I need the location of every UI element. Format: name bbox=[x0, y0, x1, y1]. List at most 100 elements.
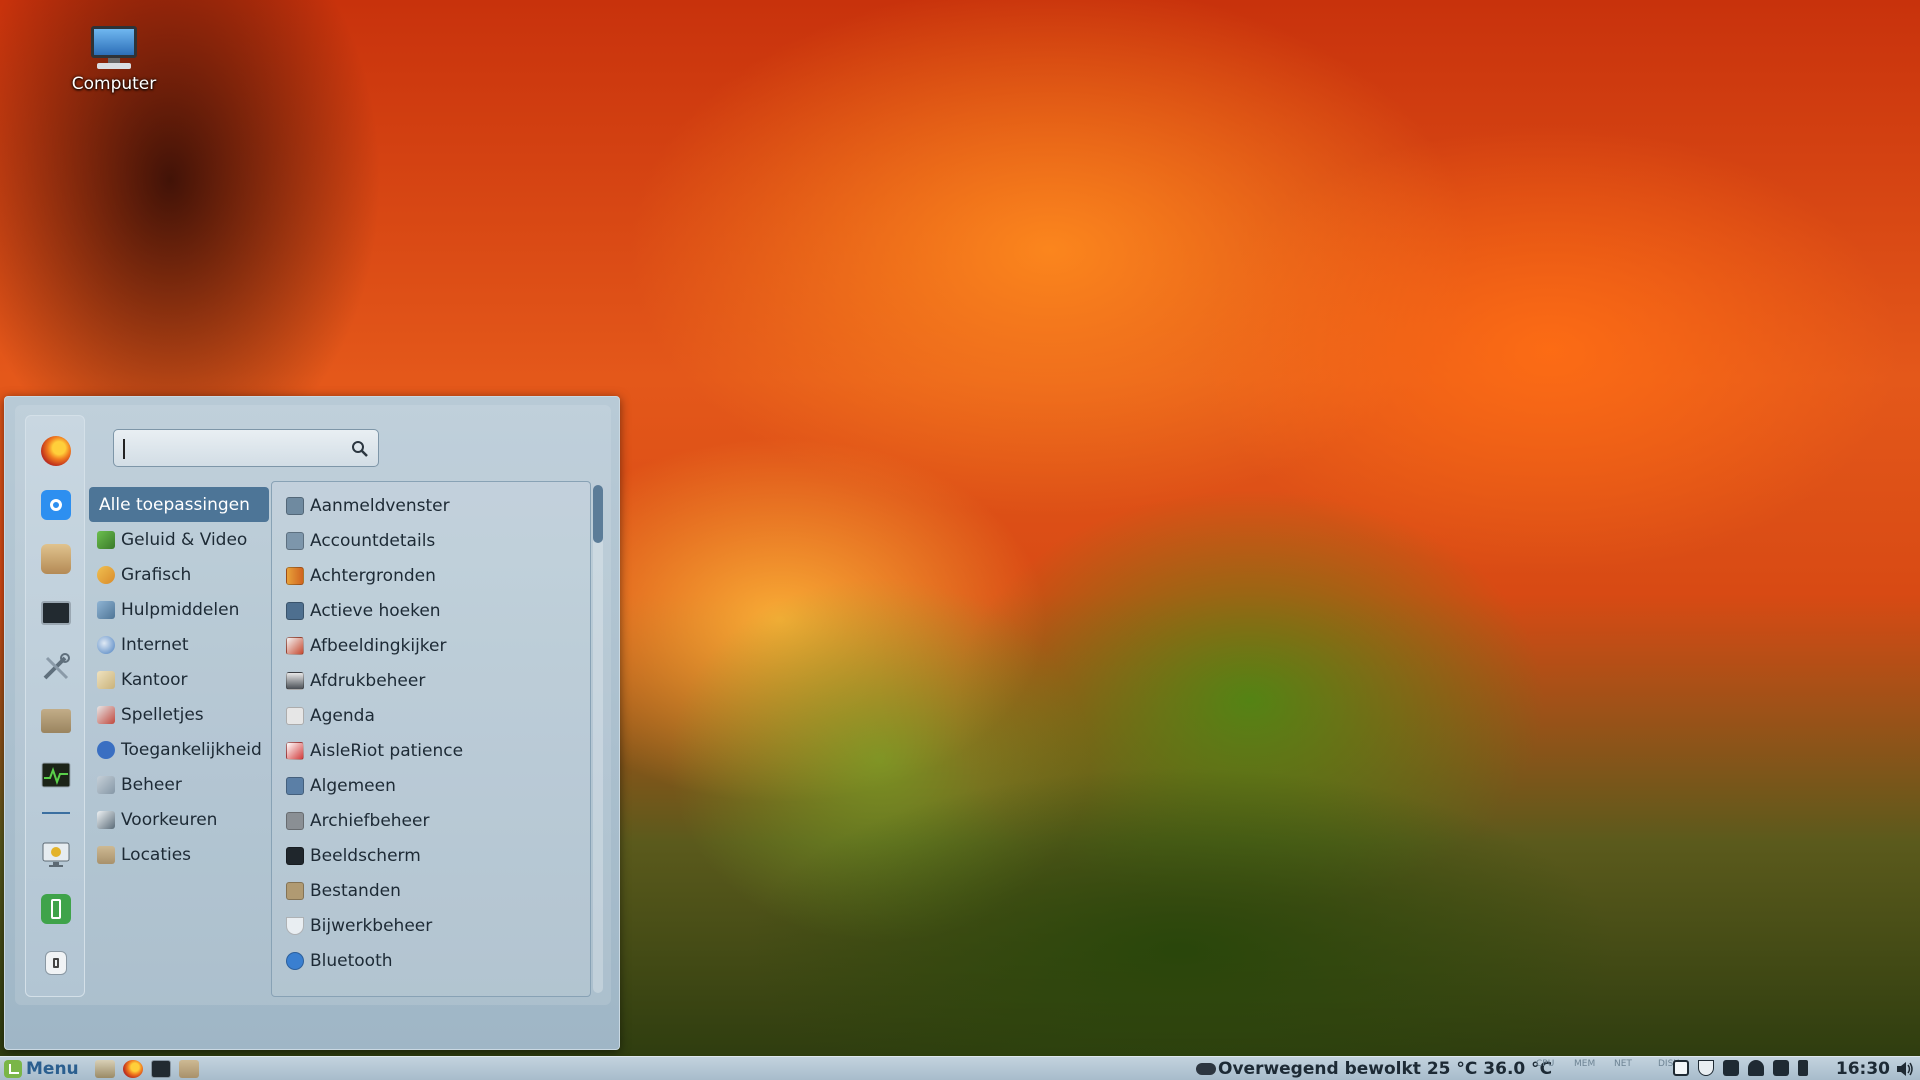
fav-lock-screen[interactable] bbox=[39, 838, 73, 872]
app-backgrounds[interactable]: Achtergronden bbox=[272, 558, 590, 593]
category-office[interactable]: Kantoor bbox=[89, 662, 269, 697]
network-icon[interactable] bbox=[1773, 1060, 1789, 1076]
cpu-monitor: CPU bbox=[1536, 1059, 1555, 1069]
category-label: Internet bbox=[121, 634, 189, 655]
multimedia-icon bbox=[97, 530, 115, 549]
weather-text: Overwegend bewolkt 25 °C 36.0 °C bbox=[1218, 1059, 1553, 1079]
tools-icon bbox=[43, 653, 70, 680]
application-menu: Alle toepassingen Geluid & Video Grafisc… bbox=[4, 396, 620, 1050]
taskbar: Menu Overwegend bewolkt 25 °C 36.0 °C CP… bbox=[0, 1056, 1920, 1080]
category-places[interactable]: Locaties bbox=[89, 837, 269, 872]
category-games[interactable]: Spelletjes bbox=[89, 697, 269, 732]
clock[interactable]: 16:30 bbox=[1836, 1059, 1890, 1079]
category-label: Kantoor bbox=[121, 669, 188, 690]
user-icon[interactable] bbox=[1748, 1060, 1764, 1076]
app-label: Achtergronden bbox=[310, 565, 436, 586]
category-multimedia[interactable]: Geluid & Video bbox=[89, 522, 269, 557]
shutdown-icon bbox=[45, 951, 67, 975]
calendar-icon bbox=[286, 706, 304, 725]
app-label: Accountdetails bbox=[310, 530, 436, 551]
files-icon bbox=[41, 709, 71, 733]
update-shield-icon[interactable] bbox=[1698, 1060, 1714, 1076]
volume-icon[interactable] bbox=[1896, 1061, 1914, 1077]
app-list-scrollbar-thumb[interactable] bbox=[593, 485, 603, 543]
files-icon[interactable] bbox=[178, 1059, 199, 1078]
printers-icon bbox=[286, 671, 304, 690]
app-calendar[interactable]: Agenda bbox=[272, 698, 590, 733]
app-archive-manager[interactable]: Archiefbeheer bbox=[272, 803, 590, 838]
fav-shutdown[interactable] bbox=[39, 946, 73, 980]
screenshot-icon bbox=[41, 490, 71, 520]
aisleriot-icon bbox=[286, 741, 304, 760]
login-window-icon bbox=[286, 496, 304, 515]
menu-button[interactable]: Menu bbox=[4, 1059, 79, 1079]
category-internet[interactable]: Internet bbox=[89, 627, 269, 662]
search-input[interactable] bbox=[113, 429, 379, 467]
app-label: Agenda bbox=[310, 705, 375, 726]
fav-logout[interactable] bbox=[39, 892, 73, 926]
favorites-bar bbox=[25, 415, 85, 997]
weather-applet[interactable]: Overwegend bewolkt 25 °C 36.0 °C bbox=[1196, 1059, 1552, 1079]
favorites-separator bbox=[42, 812, 70, 814]
category-graphics[interactable]: Grafisch bbox=[89, 557, 269, 592]
backgrounds-icon bbox=[286, 566, 304, 585]
show-desktop-icon[interactable] bbox=[94, 1059, 115, 1078]
category-label: Alle toepassingen bbox=[99, 494, 250, 515]
fav-archive-manager[interactable] bbox=[39, 542, 73, 576]
app-label: Aanmeldvenster bbox=[310, 495, 450, 516]
app-hot-corners[interactable]: Actieve hoeken bbox=[272, 593, 590, 628]
app-bluetooth[interactable]: Bluetooth bbox=[272, 943, 590, 978]
fav-firefox[interactable] bbox=[39, 434, 73, 468]
hot-corners-icon bbox=[286, 601, 304, 620]
category-accessibility[interactable]: Toegankelijkheid bbox=[89, 732, 269, 767]
text-caret bbox=[123, 439, 125, 459]
display-icon bbox=[286, 846, 304, 865]
app-label: Algemeen bbox=[310, 775, 396, 796]
app-login-window[interactable]: Aanmeldvenster bbox=[272, 488, 590, 523]
mint-logo-icon bbox=[4, 1059, 22, 1078]
desktop-icon-computer[interactable]: Computer bbox=[68, 24, 160, 94]
app-image-viewer[interactable]: Afbeeldingkijker bbox=[272, 628, 590, 663]
category-preferences[interactable]: Voorkeuren bbox=[89, 802, 269, 837]
category-label: Geluid & Video bbox=[121, 529, 248, 550]
category-label: Hulpmiddelen bbox=[121, 599, 240, 620]
preferences-icon bbox=[97, 810, 115, 829]
terminal-icon bbox=[41, 601, 71, 625]
app-account-details[interactable]: Accountdetails bbox=[272, 523, 590, 558]
fav-system-monitor[interactable] bbox=[39, 758, 73, 792]
bluetooth-icon bbox=[286, 951, 304, 970]
search-icon[interactable] bbox=[350, 439, 370, 459]
app-general[interactable]: Algemeen bbox=[272, 768, 590, 803]
fav-screenshot[interactable] bbox=[39, 488, 73, 522]
app-label: Afdrukbeheer bbox=[310, 670, 426, 691]
category-accessories[interactable]: Hulpmiddelen bbox=[89, 592, 269, 627]
category-list: Alle toepassingen Geluid & Video Grafisc… bbox=[89, 487, 269, 872]
fav-terminal[interactable] bbox=[39, 596, 73, 630]
logout-icon bbox=[41, 894, 71, 924]
system-monitor-icon bbox=[41, 762, 71, 788]
category-administration[interactable]: Beheer bbox=[89, 767, 269, 802]
fav-tools[interactable] bbox=[39, 650, 73, 684]
archive-manager-icon bbox=[286, 811, 304, 830]
keyboard-icon[interactable] bbox=[1723, 1060, 1739, 1076]
category-all-applications[interactable]: Alle toepassingen bbox=[89, 487, 269, 522]
app-label: Bijwerkbeheer bbox=[310, 915, 433, 936]
fav-files[interactable] bbox=[39, 704, 73, 738]
internet-icon bbox=[97, 635, 115, 654]
app-label: Actieve hoeken bbox=[310, 600, 441, 621]
account-details-icon bbox=[286, 531, 304, 550]
menu-button-label: Menu bbox=[26, 1058, 79, 1079]
category-label: Voorkeuren bbox=[121, 809, 218, 830]
application-list: Aanmeldvenster Accountdetails Achtergron… bbox=[271, 481, 591, 997]
app-update-manager[interactable]: Bijwerkbeheer bbox=[272, 908, 590, 943]
app-printers[interactable]: Afdrukbeheer bbox=[272, 663, 590, 698]
app-display[interactable]: Beeldscherm bbox=[272, 838, 590, 873]
terminal-icon[interactable] bbox=[150, 1059, 171, 1078]
app-files[interactable]: Bestanden bbox=[272, 873, 590, 908]
lock-screen-icon bbox=[42, 842, 70, 867]
app-list-scrollbar[interactable] bbox=[593, 485, 603, 993]
battery-icon[interactable] bbox=[1798, 1060, 1808, 1076]
app-aisleriot[interactable]: AisleRiot patience bbox=[272, 733, 590, 768]
screenshot-tray-icon[interactable] bbox=[1673, 1060, 1689, 1076]
firefox-icon[interactable] bbox=[122, 1059, 143, 1078]
